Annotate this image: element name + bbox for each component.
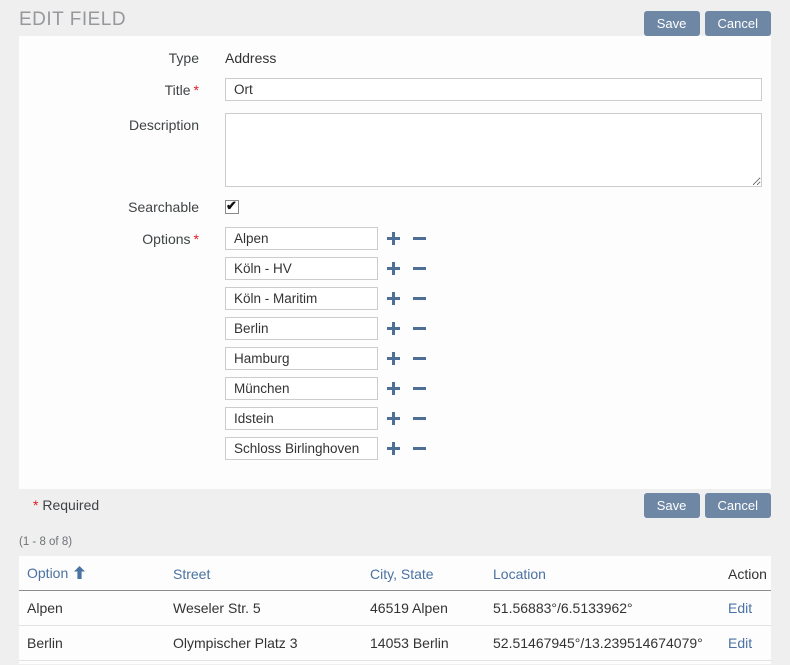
option-add-button[interactable] bbox=[387, 262, 400, 275]
minus-icon bbox=[413, 232, 426, 245]
minus-icon bbox=[413, 322, 426, 335]
option-input[interactable] bbox=[225, 347, 378, 370]
options-list: Options* Options* Options* Options* bbox=[19, 227, 771, 460]
required-asterisk: * bbox=[194, 231, 199, 247]
required-asterisk: * bbox=[33, 497, 38, 513]
cell-city-state: 14053 Berlin bbox=[362, 626, 485, 661]
option-add-button[interactable] bbox=[387, 322, 400, 335]
results-table: Option Street City, State Location Actio… bbox=[19, 556, 771, 661]
edit-link[interactable]: Edit bbox=[728, 600, 752, 616]
description-label: Description bbox=[19, 113, 199, 133]
column-header-city-state[interactable]: City, State bbox=[362, 556, 485, 591]
option-input[interactable] bbox=[225, 257, 378, 280]
cell-option: Alpen bbox=[19, 591, 165, 626]
column-header-option[interactable]: Option bbox=[19, 556, 165, 591]
cell-location: 52.51467945°/13.239514674079° bbox=[485, 626, 720, 661]
app-header: EDIT FIELD Save Cancel bbox=[0, 0, 790, 36]
plus-icon bbox=[387, 412, 400, 425]
minus-icon bbox=[413, 382, 426, 395]
form-row-type: Type Address bbox=[19, 50, 771, 66]
cell-city-state: 46519 Alpen bbox=[362, 591, 485, 626]
cell-option: Berlin bbox=[19, 626, 165, 661]
option-row: Options* bbox=[19, 437, 771, 460]
pagination-label: (1 - 8 of 8) bbox=[19, 536, 790, 548]
edit-field-form: Type Address Title* Description Searchab… bbox=[19, 36, 771, 489]
options-table-panel: Option Street City, State Location Actio… bbox=[19, 556, 771, 664]
header-button-group: Save Cancel bbox=[644, 11, 771, 36]
edit-link[interactable]: Edit bbox=[728, 635, 752, 651]
option-row: Options* bbox=[19, 347, 771, 370]
minus-icon bbox=[413, 442, 426, 455]
option-row: Options* bbox=[19, 257, 771, 280]
type-label: Type bbox=[19, 50, 199, 66]
option-add-button[interactable] bbox=[387, 232, 400, 245]
option-input[interactable] bbox=[225, 227, 378, 250]
option-remove-button[interactable] bbox=[413, 262, 426, 275]
option-remove-button[interactable] bbox=[413, 352, 426, 365]
plus-icon bbox=[387, 292, 400, 305]
minus-icon bbox=[413, 262, 426, 275]
option-add-button[interactable] bbox=[387, 352, 400, 365]
searchable-label: Searchable bbox=[19, 199, 199, 215]
plus-icon bbox=[387, 232, 400, 245]
plus-icon bbox=[387, 382, 400, 395]
description-textarea[interactable] bbox=[225, 113, 762, 187]
option-row: Options* bbox=[19, 227, 771, 250]
form-row-title: Title* bbox=[19, 78, 771, 101]
column-header-location[interactable]: Location bbox=[485, 556, 720, 591]
table-header-row: Option Street City, State Location Actio… bbox=[19, 556, 771, 591]
table-row: Alpen Weseler Str. 5 46519 Alpen 51.5688… bbox=[19, 591, 771, 626]
plus-icon bbox=[387, 442, 400, 455]
form-row-searchable: Searchable bbox=[19, 199, 771, 215]
required-asterisk: * bbox=[194, 82, 199, 98]
searchable-checkbox[interactable] bbox=[225, 200, 239, 214]
arrow-up-icon bbox=[74, 566, 85, 582]
option-add-button[interactable] bbox=[387, 442, 400, 455]
plus-icon bbox=[387, 322, 400, 335]
option-remove-button[interactable] bbox=[413, 442, 426, 455]
footer-button-group: Save Cancel bbox=[644, 493, 771, 518]
option-remove-button[interactable] bbox=[413, 412, 426, 425]
option-add-button[interactable] bbox=[387, 412, 400, 425]
option-remove-button[interactable] bbox=[413, 382, 426, 395]
option-input[interactable] bbox=[225, 377, 378, 400]
cancel-button-bottom[interactable]: Cancel bbox=[705, 493, 771, 518]
option-remove-button[interactable] bbox=[413, 232, 426, 245]
minus-icon bbox=[413, 292, 426, 305]
option-input[interactable] bbox=[225, 317, 378, 340]
save-button[interactable]: Save bbox=[644, 11, 700, 36]
table-row: Berlin Olympischer Platz 3 14053 Berlin … bbox=[19, 626, 771, 661]
minus-icon bbox=[413, 352, 426, 365]
title-input[interactable] bbox=[225, 78, 762, 101]
column-header-action: Action bbox=[720, 556, 771, 591]
plus-icon bbox=[387, 352, 400, 365]
type-value: Address bbox=[225, 50, 276, 66]
cell-street: Olympischer Platz 3 bbox=[165, 626, 362, 661]
cell-location: 51.56883°/6.5133962° bbox=[485, 591, 720, 626]
option-input[interactable] bbox=[225, 437, 378, 460]
save-button-bottom[interactable]: Save bbox=[644, 493, 700, 518]
column-header-street[interactable]: Street bbox=[165, 556, 362, 591]
option-input[interactable] bbox=[225, 287, 378, 310]
options-label: Options bbox=[142, 231, 190, 247]
page-title: EDIT FIELD bbox=[19, 9, 644, 31]
form-footer: * Required Save Cancel bbox=[0, 489, 790, 519]
option-row: Options* bbox=[19, 377, 771, 400]
required-note-label: Required bbox=[42, 497, 99, 513]
title-label: Title bbox=[165, 82, 191, 98]
option-remove-button[interactable] bbox=[413, 292, 426, 305]
option-input[interactable] bbox=[225, 407, 378, 430]
option-row: Options* bbox=[19, 287, 771, 310]
option-row: Options* bbox=[19, 407, 771, 430]
option-add-button[interactable] bbox=[387, 382, 400, 395]
form-row-description: Description bbox=[19, 113, 771, 187]
cancel-button[interactable]: Cancel bbox=[705, 11, 771, 36]
minus-icon bbox=[413, 412, 426, 425]
option-row: Options* bbox=[19, 317, 771, 340]
option-remove-button[interactable] bbox=[413, 322, 426, 335]
plus-icon bbox=[387, 262, 400, 275]
cell-street: Weseler Str. 5 bbox=[165, 591, 362, 626]
option-add-button[interactable] bbox=[387, 292, 400, 305]
